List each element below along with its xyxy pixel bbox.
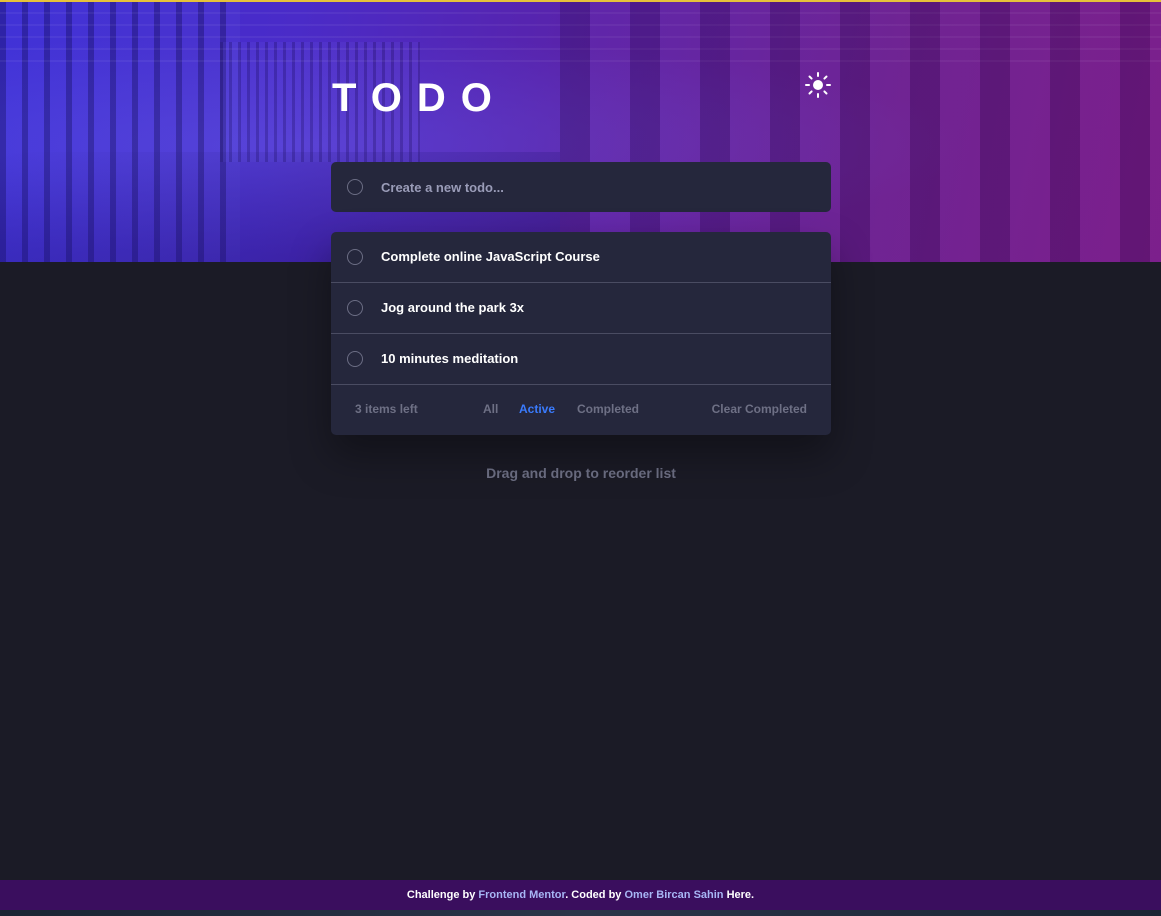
app-title: TODO [332,76,507,120]
window-bottom-edge [0,910,1161,916]
new-todo-input[interactable] [381,176,811,198]
todo-list: Complete online JavaScript Course Jog ar… [331,232,831,435]
todo-item[interactable]: Jog around the park 3x [331,283,831,334]
todo-item-label: Jog around the park 3x [381,300,525,315]
filter-completed-button[interactable]: Completed [577,402,639,416]
todo-check-circle[interactable] [347,300,363,316]
frontend-mentor-link[interactable]: Frontend Mentor [478,889,565,901]
attribution-middle: . Coded by [565,889,622,901]
hero-background-image [0,2,1161,262]
new-todo-check-circle[interactable] [347,179,363,195]
todo-item[interactable]: Complete online JavaScript Course [331,232,831,283]
sun-icon [805,72,831,98]
hero-pillars [560,2,1161,262]
theme-toggle-button[interactable] [804,71,832,99]
filter-all-button[interactable]: All [483,402,498,416]
clear-completed-button[interactable]: Clear Completed [712,402,807,416]
todo-check-circle[interactable] [347,351,363,367]
new-todo-card [331,162,831,212]
attribution-prefix: Challenge by [406,889,476,901]
reorder-hint: Drag and drop to reorder list [486,465,676,481]
items-left-count: 3 items left [355,402,418,416]
author-link[interactable]: Omer Bircan Sahin [624,889,723,901]
todo-check-circle[interactable] [347,249,363,265]
todo-item[interactable]: 10 minutes meditation [331,334,831,385]
todo-list-footer: 3 items left All Active Completed Clear … [331,385,831,435]
todo-item-label: Complete online JavaScript Course [381,249,600,264]
todo-app-page: TODO Complete online JavaScript Course [0,0,1161,916]
attribution-suffix: Here. [726,889,755,901]
window-top-accent [0,0,1161,2]
todo-item-label: 10 minutes meditation [381,351,519,366]
filter-active-button[interactable]: Active [519,402,555,416]
